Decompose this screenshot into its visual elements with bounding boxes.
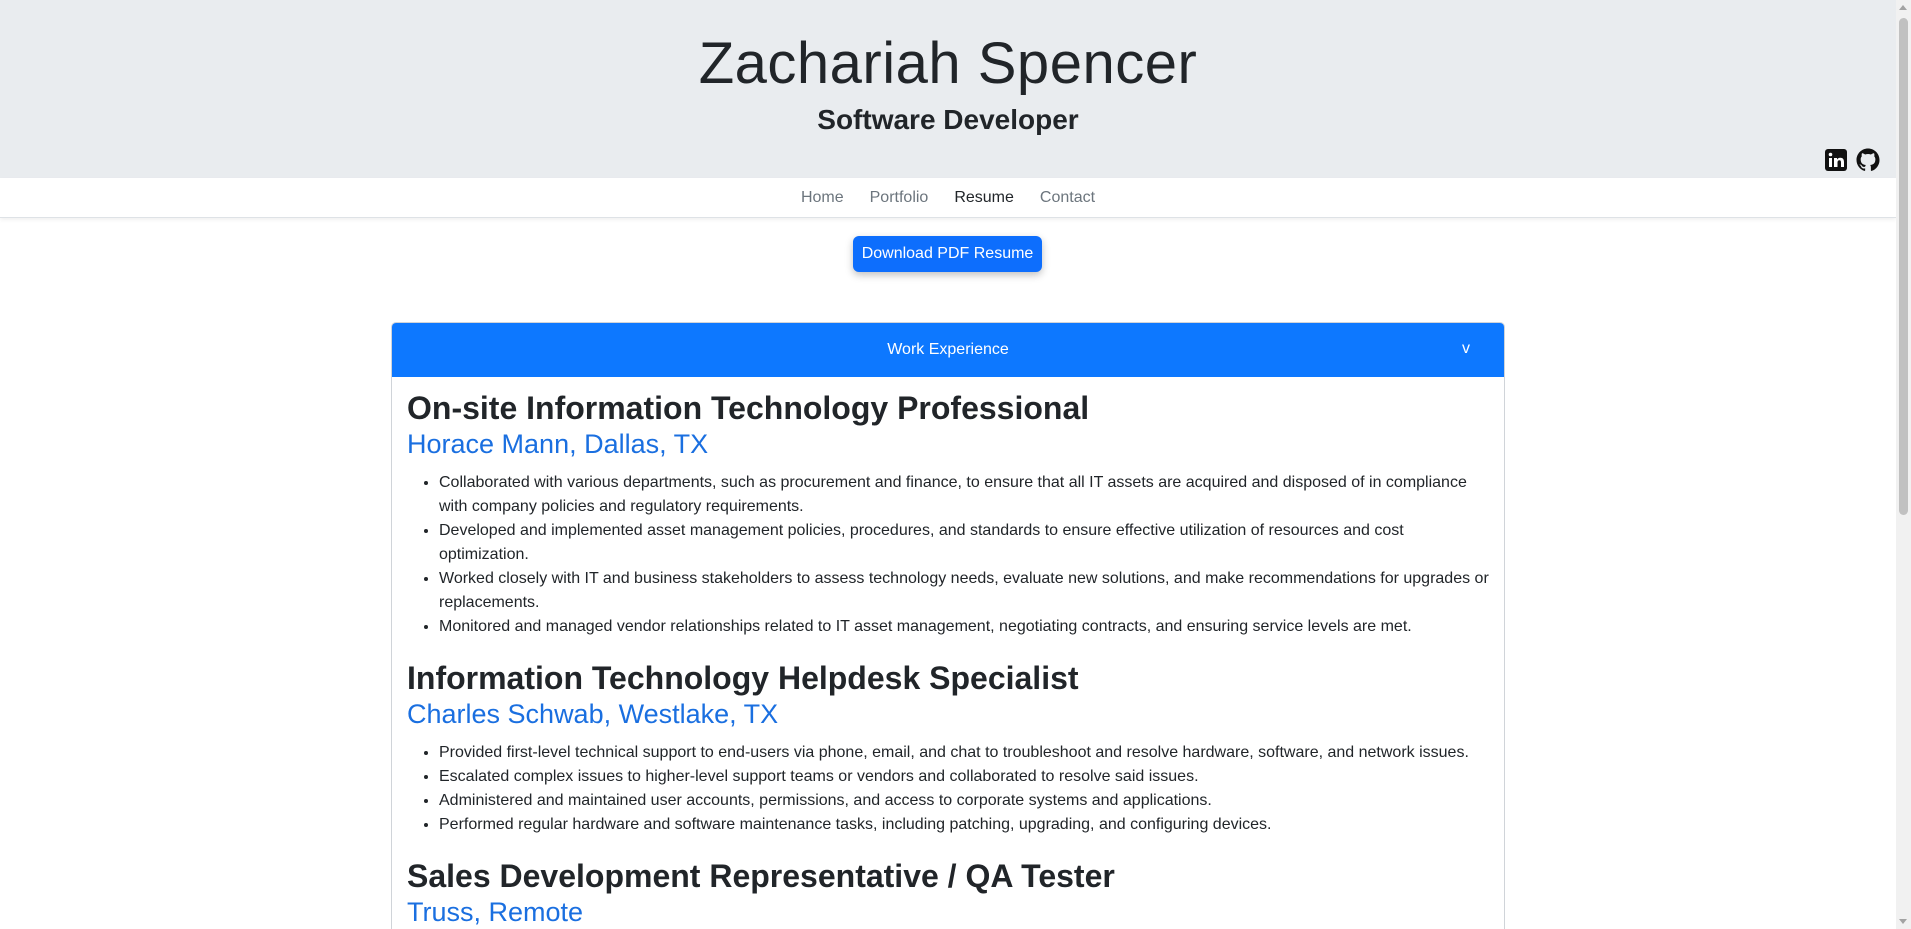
job-entry: Information Technology Helpdesk Speciali…	[407, 659, 1489, 837]
work-experience-body: On-site Information Technology Professio…	[392, 377, 1504, 929]
download-pdf-resume-button[interactable]: Download PDF Resume	[853, 236, 1042, 272]
job-bullet: Collaborated with various departments, s…	[439, 471, 1489, 519]
job-bullets: Collaborated with various departments, s…	[407, 471, 1489, 639]
job-entry: On-site Information Technology Professio…	[407, 389, 1489, 639]
nav-resume[interactable]: Resume	[941, 189, 1027, 207]
job-title: On-site Information Technology Professio…	[407, 390, 1090, 426]
job-title: Sales Development Representative / QA Te…	[407, 858, 1115, 894]
job-title: Information Technology Helpdesk Speciali…	[407, 660, 1079, 696]
scroll-down-arrow-icon[interactable]	[1899, 919, 1907, 924]
nav-contact[interactable]: Contact	[1027, 189, 1108, 207]
scroll-up-arrow-icon[interactable]	[1899, 5, 1907, 10]
job-bullet: Provided first-level technical support t…	[439, 741, 1489, 765]
github-icon[interactable]	[1856, 148, 1880, 172]
scrollbar-thumb[interactable]	[1899, 18, 1908, 515]
site-owner-name: Zachariah Spencer	[698, 31, 1198, 96]
job-company: Truss, Remote	[407, 897, 584, 927]
site-header: Zachariah Spencer Software Developer	[0, 0, 1896, 178]
work-experience-header[interactable]: Work Experience v	[392, 323, 1504, 377]
main-nav: Home Portfolio Resume Contact	[0, 178, 1896, 218]
job-bullets: Provided first-level technical support t…	[407, 741, 1489, 837]
job-company: Horace Mann, Dallas, TX	[407, 429, 709, 459]
job-bullet: Developed and implemented asset manageme…	[439, 519, 1489, 567]
section-title: Work Experience	[887, 341, 1009, 358]
work-experience-card: Work Experience v On-site Information Te…	[391, 322, 1505, 929]
job-bullet: Worked closely with IT and business stak…	[439, 567, 1489, 615]
job-company: Charles Schwab, Westlake, TX	[407, 699, 779, 729]
social-links	[1824, 148, 1880, 172]
job-bullet: Administered and maintained user account…	[439, 789, 1489, 813]
collapse-toggle-icon[interactable]: v	[1462, 340, 1470, 358]
nav-home[interactable]: Home	[788, 189, 857, 207]
job-bullet: Escalated complex issues to higher-level…	[439, 765, 1489, 789]
job-bullet: Monitored and managed vendor relationshi…	[439, 615, 1489, 639]
site-owner-role: Software Developer	[817, 104, 1079, 135]
job-entry: Sales Development Representative / QA Te…	[407, 857, 1489, 929]
page-scrollbar[interactable]	[1896, 0, 1911, 929]
page: Zachariah Spencer Software Developer Hom…	[0, 0, 1896, 929]
job-bullet: Performed regular hardware and software …	[439, 813, 1489, 837]
nav-portfolio[interactable]: Portfolio	[857, 189, 942, 207]
linkedin-icon[interactable]	[1824, 148, 1848, 172]
